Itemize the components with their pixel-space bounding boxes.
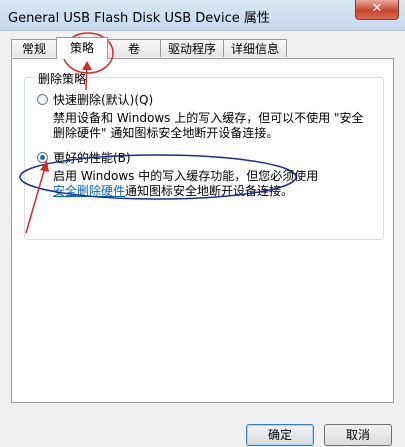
ok-button[interactable]: 确定 bbox=[246, 424, 314, 446]
tab-driver[interactable]: 驱动程序 bbox=[160, 39, 224, 57]
quick-removal-desc-line2: 删除硬件" 通知图标安全地断开设备连接。 bbox=[53, 126, 279, 140]
removal-policy-group: 删除策略 快速删除(默认)(Q) 禁用设备和 Windows 上的写入缓存，但可… bbox=[24, 70, 384, 240]
tab-panel-policy: 删除策略 快速删除(默认)(Q) 禁用设备和 Windows 上的写入缓存，但可… bbox=[11, 58, 394, 403]
removal-policy-label: 删除策略 bbox=[35, 70, 90, 87]
quick-removal-desc-line1: 禁用设备和 Windows 上的写入缓存，但可以不使用 "安全 bbox=[53, 111, 364, 125]
better-performance-label[interactable]: 更好的性能(B) bbox=[53, 149, 131, 166]
better-performance-desc-rest: 通知图标安全地断开设备连接。 bbox=[125, 184, 294, 198]
window-title: General USB Flash Disk USB Device 属性 bbox=[8, 11, 270, 26]
window-body: 常规 策略 卷 驱动程序 详细信息 删除策略 快速删除(默认)(Q) 禁用设备和… bbox=[0, 31, 405, 447]
better-performance-radio[interactable] bbox=[37, 152, 48, 163]
better-performance-desc-line1: 启用 Windows 中的写入缓存功能，但您必须使用 bbox=[53, 169, 319, 183]
close-button[interactable]: ✕ bbox=[355, 0, 399, 20]
better-performance-desc-line2: 安全删除硬件通知图标安全地断开设备连接。 bbox=[53, 184, 293, 199]
tab-policy[interactable]: 策略 bbox=[56, 37, 108, 59]
quick-removal-label[interactable]: 快速删除(默认)(Q) bbox=[53, 91, 153, 108]
tab-general[interactable]: 常规 bbox=[11, 39, 57, 57]
tab-volumes[interactable]: 卷 bbox=[107, 39, 161, 57]
tab-details[interactable]: 详细信息 bbox=[223, 39, 287, 57]
quick-removal-radio[interactable] bbox=[37, 94, 48, 105]
safely-remove-hardware-link[interactable]: 安全删除硬件 bbox=[53, 184, 125, 198]
title-bar[interactable]: General USB Flash Disk USB Device 属性 ✕ bbox=[0, 0, 405, 31]
cancel-button[interactable]: 取消 bbox=[324, 424, 392, 446]
